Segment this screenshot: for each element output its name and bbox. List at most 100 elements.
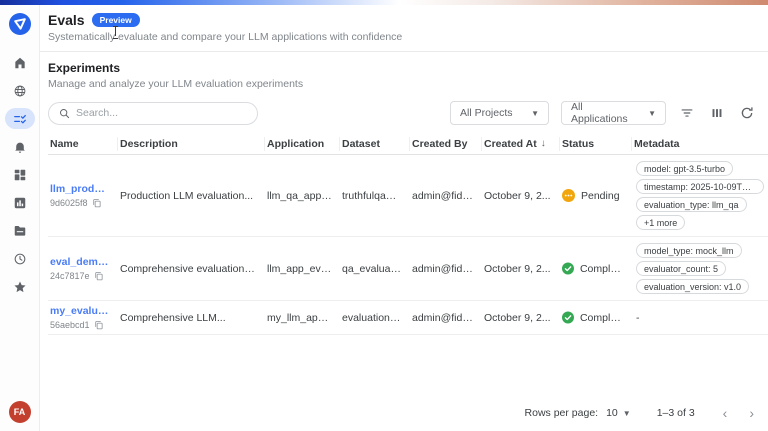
cell-status: Complet... — [560, 258, 632, 279]
column-header-created-by[interactable]: Created By — [410, 137, 482, 151]
copy-icon — [92, 198, 102, 208]
applications-filter-select[interactable]: All Applications ▼ — [561, 101, 666, 125]
sidebar-item-evals[interactable] — [5, 108, 35, 129]
metadata-empty: - — [636, 312, 640, 324]
experiment-name-link[interactable]: my_evaluati... — [50, 305, 110, 317]
page-subtitle: Systematically evaluate and compare your… — [48, 31, 752, 43]
metadata-chip: timestamp: 2025-10-09T00:3... — [636, 179, 764, 194]
sidebar-item-history[interactable] — [5, 248, 35, 269]
toolbar: All Projects ▼ All Applications ▼ — [48, 101, 768, 125]
cell-created-by: admin@fiddl... — [410, 259, 482, 279]
section-subtitle: Manage and analyze your LLM evaluation e… — [48, 78, 768, 90]
table-body: llm_producti...9d6025f8Production LLM ev… — [48, 155, 768, 335]
column-header-application[interactable]: Application — [265, 137, 340, 151]
metadata-chip: evaluation_version: v1.0 — [636, 279, 749, 294]
completed-status-icon — [562, 311, 574, 324]
column-header-dataset[interactable]: Dataset — [340, 137, 410, 151]
columns-button[interactable] — [708, 104, 726, 122]
sidebar-item-dashboard[interactable] — [5, 164, 35, 185]
cell-status: Pending — [560, 185, 632, 206]
column-header-metadata[interactable]: Metadata — [632, 137, 768, 151]
metadata-more-chip[interactable]: +1 more — [636, 215, 685, 230]
user-avatar[interactable]: FA — [9, 401, 31, 423]
completed-status-icon — [562, 262, 574, 275]
status-label: Pending — [581, 190, 620, 202]
cell-metadata: - — [632, 306, 768, 330]
history-icon — [13, 252, 27, 266]
page-title: Evals — [48, 12, 85, 28]
sidebar-nav — [5, 52, 35, 297]
search-input[interactable] — [76, 107, 247, 119]
cell-description: Comprehensive LLM... — [118, 308, 265, 328]
cell-created-by: admin@fiddl... — [410, 186, 482, 206]
star-icon — [13, 280, 27, 294]
sidebar-item-chart[interactable] — [5, 192, 35, 213]
cell-name: my_evaluati... 56aebcd1 — [48, 301, 118, 334]
cell-dataset: truthfulqa_e... — [340, 186, 410, 206]
cell-created-at: October 9, 2... — [482, 186, 560, 206]
sort-desc-icon: ↓ — [541, 138, 546, 149]
experiments-table: NameDescriptionApplicationDatasetCreated… — [48, 133, 768, 335]
section-title: Experiments — [48, 61, 768, 75]
table-row: my_evaluati... 56aebcd1 Comprehensive LLM.… — [48, 301, 768, 335]
cell-status: Complet... — [560, 307, 632, 328]
globe-icon — [13, 84, 27, 98]
cell-dataset: evaluation_d... — [340, 308, 410, 328]
experiment-id: 56aebcd1 — [50, 320, 90, 330]
copy-icon — [94, 271, 104, 281]
copy-id-button[interactable] — [94, 320, 104, 330]
chevron-down-icon: ▼ — [648, 109, 656, 118]
column-header-description[interactable]: Description — [118, 137, 265, 151]
projects-filter-value: All Projects — [460, 107, 513, 119]
search-box[interactable] — [48, 102, 258, 125]
fiddler-logo[interactable] — [8, 12, 32, 36]
cell-application: my_llm_app_01 — [265, 308, 340, 328]
experiments-section: Experiments Manage and analyze your LLM … — [40, 52, 768, 431]
folder-icon — [13, 224, 27, 238]
rows-per-page-select[interactable]: 10 ▼ — [606, 407, 631, 419]
copy-id-button[interactable] — [92, 198, 102, 208]
cell-name: eval_demo:2... 24c7817e — [48, 252, 118, 285]
sidebar-item-globe[interactable] — [5, 80, 35, 101]
experiment-name-link[interactable]: eval_demo:2... — [50, 256, 110, 268]
home-icon — [13, 56, 27, 70]
sidebar-item-folder[interactable] — [5, 220, 35, 241]
filter-icon — [680, 106, 694, 120]
cell-metadata: model: gpt-3.5-turbo timestamp: 2025-10-0… — [632, 155, 768, 236]
sidebar-item-star[interactable] — [5, 276, 35, 297]
preview-badge: Preview — [92, 13, 140, 27]
column-header-created-at[interactable]: Created At↓ — [482, 137, 560, 151]
page-header: Evals Preview Systematically evaluate an… — [40, 5, 768, 52]
column-header-name[interactable]: Name — [48, 137, 118, 151]
refresh-button[interactable] — [738, 104, 756, 122]
cell-application: llm_app_eval... — [265, 259, 340, 279]
table-header-row: NameDescriptionApplicationDatasetCreated… — [48, 133, 768, 155]
cell-description: Comprehensive evaluation o... — [118, 259, 265, 279]
next-page-button[interactable]: › — [749, 406, 754, 420]
evals-icon — [13, 112, 27, 126]
chevron-down-icon: ▼ — [623, 409, 631, 418]
metadata-chip: evaluation_type: llm_qa — [636, 197, 747, 212]
pending-status-icon — [562, 189, 575, 202]
applications-filter-value: All Applications — [571, 101, 634, 125]
copy-id-button[interactable] — [94, 271, 104, 281]
search-icon — [59, 108, 70, 119]
experiment-id: 24c7817e — [50, 271, 90, 281]
table-row: eval_demo:2... 24c7817e Comprehensive eval… — [48, 237, 768, 301]
projects-filter-select[interactable]: All Projects ▼ — [450, 101, 549, 125]
experiment-name-link[interactable]: llm_producti... — [50, 183, 110, 195]
status-label: Complet... — [580, 263, 624, 275]
filter-button[interactable] — [678, 104, 696, 122]
sidebar-item-home[interactable] — [5, 52, 35, 73]
pagination-bar: Rows per page: 10 ▼ 1–3 of 3 ‹ › — [40, 395, 768, 431]
previous-page-button[interactable]: ‹ — [723, 406, 728, 420]
refresh-icon — [740, 106, 754, 120]
metadata-chip: evaluator_count: 5 — [636, 261, 726, 276]
pagination-range: 1–3 of 3 — [657, 407, 695, 419]
sidebar-item-bell[interactable] — [5, 136, 35, 157]
cell-name: llm_producti...9d6025f8 — [48, 179, 118, 212]
metadata-chip: model: gpt-3.5-turbo — [636, 161, 733, 176]
column-header-status[interactable]: Status — [560, 137, 632, 151]
cell-created-by: admin@fiddl... — [410, 308, 482, 328]
cell-application: llm_qa_appli... — [265, 186, 340, 206]
